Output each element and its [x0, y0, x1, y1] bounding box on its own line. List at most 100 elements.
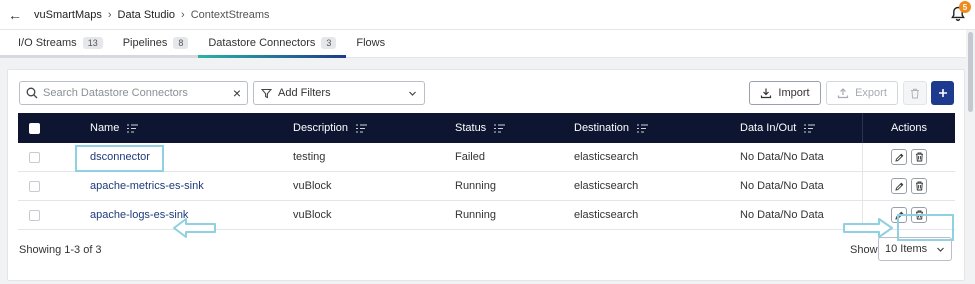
filter-icon: [261, 88, 272, 98]
notification-count-badge: 5: [959, 1, 971, 13]
search-icon: [26, 87, 38, 99]
column-header-status[interactable]: Status: [411, 113, 533, 143]
tab-count-badge: 13: [82, 37, 103, 49]
breadcrumb-item-vusmartmaps[interactable]: vuSmartMaps: [34, 9, 102, 21]
sort-icon[interactable]: [356, 124, 368, 133]
upload-icon: [837, 88, 849, 99]
tab-label: Datastore Connectors: [208, 37, 316, 49]
search-box: ×: [19, 81, 248, 105]
table-header: Name Description Status Destination Data…: [18, 113, 955, 143]
tab-pipelines[interactable]: Pipelines 8: [113, 29, 199, 57]
delete-button[interactable]: [911, 207, 927, 223]
status-cell: Running: [455, 180, 496, 192]
pagination-summary: Showing 1-3 of 3: [19, 244, 102, 256]
sort-icon[interactable]: [804, 124, 816, 133]
header-select-all: [18, 113, 50, 143]
tab-io-streams[interactable]: I/O Streams 13: [8, 29, 113, 57]
table-row: apache-logs-es-sink vuBlock Running elas…: [18, 200, 955, 230]
row-select-cell: [18, 143, 50, 172]
back-arrow-icon[interactable]: ←: [8, 8, 22, 22]
description-cell: vuBlock: [293, 180, 332, 192]
pencil-icon: [894, 211, 903, 220]
add-filters-dropdown[interactable]: Add Filters: [253, 81, 425, 105]
tab-bar: I/O Streams 13 Pipelines 8 Datastore Con…: [0, 30, 975, 58]
name-cell: dsconnector: [50, 143, 248, 172]
sort-icon[interactable]: [494, 124, 506, 133]
export-button[interactable]: Export: [826, 81, 898, 105]
row-checkbox[interactable]: [28, 209, 40, 221]
description-cell: testing: [293, 151, 326, 163]
page-size-select[interactable]: 10 Items: [878, 237, 952, 261]
column-header-actions: Actions: [862, 113, 955, 143]
column-header-destination[interactable]: Destination: [533, 113, 697, 143]
import-button[interactable]: Import: [749, 81, 821, 105]
plus-icon: [938, 89, 947, 97]
tab-flows[interactable]: Flows: [346, 29, 395, 57]
sort-icon[interactable]: [637, 124, 649, 133]
delete-button[interactable]: [911, 178, 927, 194]
pencil-icon: [894, 182, 903, 191]
import-label: Import: [778, 87, 810, 99]
trash-icon: [915, 181, 923, 191]
data-io-cell: No Data/No Data: [740, 180, 824, 192]
name-cell: apache-logs-es-sink: [50, 201, 248, 230]
data-io-cell: No Data/No Data: [740, 209, 824, 221]
add-filters-label: Add Filters: [278, 87, 331, 99]
delete-button[interactable]: [911, 149, 927, 165]
trash-icon: [911, 88, 919, 98]
row-checkbox[interactable]: [28, 151, 40, 163]
datastore-connectors-panel: × Add Filters Import Export: [7, 69, 965, 281]
actions-cell: [862, 171, 955, 201]
status-cell: Failed: [455, 151, 485, 163]
column-header-label: Status: [455, 122, 487, 134]
column-header-label: Name: [90, 122, 120, 134]
search-input[interactable]: [43, 87, 233, 99]
pencil-icon: [894, 153, 903, 162]
tab-label: I/O Streams: [18, 37, 77, 49]
row-checkbox[interactable]: [28, 180, 40, 192]
chevron-right-icon: ›: [107, 8, 112, 21]
column-header-data-io[interactable]: Data In/Out: [697, 113, 862, 143]
annotation-arrow-right-icon: [843, 218, 893, 238]
download-icon: [761, 88, 772, 99]
tab-datastore-connectors[interactable]: Datastore Connectors 3: [198, 29, 347, 58]
tab-label: Pipelines: [122, 37, 168, 49]
chevron-down-icon: [409, 91, 416, 96]
tab-count-badge: 3: [321, 37, 337, 49]
trash-icon: [915, 152, 923, 162]
select-all-checkbox[interactable]: [28, 122, 40, 134]
add-connector-button[interactable]: [931, 81, 954, 105]
connectors-table: Name Description Status Destination Data…: [18, 113, 955, 230]
column-header-description[interactable]: Description: [248, 113, 411, 143]
breadcrumb-item-data-studio[interactable]: Data Studio: [118, 9, 175, 21]
notification-bell-icon[interactable]: 5: [951, 1, 971, 22]
actions-cell: [862, 142, 955, 172]
chevron-right-icon: ›: [181, 8, 185, 21]
edit-button[interactable]: [891, 178, 907, 194]
destination-cell: elasticsearch: [574, 151, 639, 163]
column-header-label: Actions: [890, 122, 928, 134]
scrollbar-thumb[interactable]: [968, 32, 973, 112]
tab-label: Flows: [356, 37, 386, 49]
column-header-name[interactable]: Name: [50, 113, 248, 143]
tab-count-badge: 8: [173, 37, 189, 49]
data-io-cell: No Data/No Data: [740, 151, 824, 163]
destination-cell: elasticsearch: [574, 209, 639, 221]
sort-icon[interactable]: [127, 124, 139, 133]
destination-cell: elasticsearch: [574, 180, 639, 192]
page-scrollbar[interactable]: [966, 30, 975, 284]
trash-icon: [915, 210, 923, 220]
breadcrumb-item-contextstreams: ContextStreams: [190, 8, 270, 21]
connector-name-link[interactable]: dsconnector: [90, 151, 150, 163]
bulk-delete-button[interactable]: [903, 81, 927, 105]
table-row: apache-metrics-es-sink vuBlock Running e…: [18, 171, 955, 201]
name-cell: apache-metrics-es-sink: [50, 172, 248, 201]
export-label: Export: [855, 87, 887, 99]
column-header-label: Description: [293, 122, 349, 134]
close-icon[interactable]: ×: [233, 86, 241, 100]
connector-name-link[interactable]: apache-metrics-es-sink: [90, 180, 204, 192]
edit-button[interactable]: [891, 149, 907, 165]
status-cell: Running: [455, 209, 496, 221]
column-header-label: Data In/Out: [740, 122, 797, 134]
chevron-down-icon: [937, 247, 944, 252]
